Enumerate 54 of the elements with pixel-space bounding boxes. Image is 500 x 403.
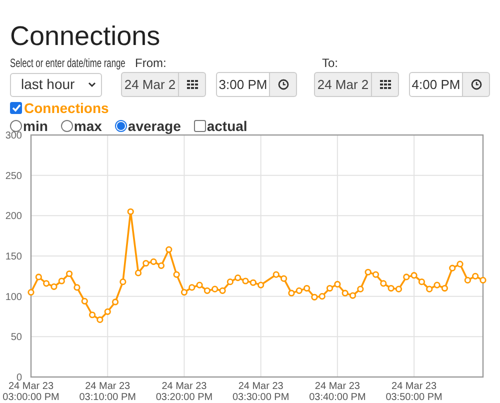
data-point bbox=[74, 284, 80, 291]
calendar-button[interactable] bbox=[372, 72, 399, 97]
calendar-icon bbox=[380, 80, 390, 89]
x-tick-label: 24 Mar 23 bbox=[8, 381, 54, 392]
option-label: max bbox=[74, 118, 102, 134]
y-tick-label: 50 bbox=[10, 332, 22, 344]
y-tick-label: 150 bbox=[5, 252, 22, 262]
radio-button[interactable] bbox=[60, 120, 73, 132]
y-tick-label: 300 bbox=[5, 130, 22, 142]
data-point bbox=[120, 278, 126, 286]
radio-button[interactable] bbox=[10, 120, 22, 132]
clock-icon bbox=[278, 79, 288, 90]
data-point bbox=[173, 271, 180, 278]
series-checkbox[interactable] bbox=[10, 102, 22, 114]
x-tick-label: 24 Mar 23 bbox=[392, 381, 437, 392]
x-tick-label: 03:50:00 PM bbox=[386, 392, 442, 403]
clock-button[interactable] bbox=[463, 72, 490, 97]
time-field[interactable]: 3:00 PM bbox=[216, 72, 270, 97]
checkbox[interactable] bbox=[194, 120, 206, 132]
radio-button[interactable] bbox=[114, 120, 127, 132]
x-tick-label: 24 Mar 23 bbox=[162, 381, 207, 392]
x-tick-label: 24 Mar 23 bbox=[314, 381, 360, 392]
y-tick-label: 200 bbox=[5, 211, 22, 222]
x-tick-label: 03:10:00 PM bbox=[79, 392, 136, 403]
x-tick-label: 03:30:00 PM bbox=[232, 392, 290, 403]
calendar-button[interactable] bbox=[179, 72, 206, 97]
range-label: Select or enter date/time range bbox=[10, 56, 126, 70]
option-label: min bbox=[23, 118, 48, 134]
data-point bbox=[81, 298, 88, 304]
calendar-icon bbox=[186, 80, 198, 89]
series-label: Connections bbox=[24, 100, 109, 116]
option-label: average bbox=[128, 118, 181, 134]
range-select[interactable]: last hour bbox=[10, 72, 102, 96]
x-tick-label: 03:20:00 PM bbox=[156, 392, 213, 403]
y-tick-label: 0 bbox=[16, 372, 22, 384]
chevron-icon bbox=[88, 82, 96, 88]
data-point bbox=[127, 208, 134, 215]
time-field[interactable]: 4:00 PM bbox=[409, 72, 463, 97]
y-tick-label: 250 bbox=[5, 170, 22, 182]
y-tick-label: 100 bbox=[5, 292, 22, 303]
x-tick-label: 03:40:00 PM bbox=[309, 392, 366, 403]
page-title: Connections bbox=[10, 20, 162, 52]
clock-button[interactable] bbox=[270, 72, 297, 97]
data-point bbox=[28, 289, 34, 296]
option-label: actual bbox=[206, 118, 248, 134]
to-label: To: bbox=[322, 56, 338, 70]
clock-icon bbox=[470, 79, 482, 90]
data-point bbox=[134, 270, 142, 276]
x-tick-label: 24 Mar 23 bbox=[85, 381, 130, 392]
from-label: From: bbox=[135, 56, 166, 70]
x-tick-label: 03:00:00 PM bbox=[2, 392, 60, 403]
data-point bbox=[166, 246, 172, 253]
x-tick-label: 24 Mar 23 bbox=[238, 381, 284, 392]
data-point bbox=[112, 298, 119, 306]
